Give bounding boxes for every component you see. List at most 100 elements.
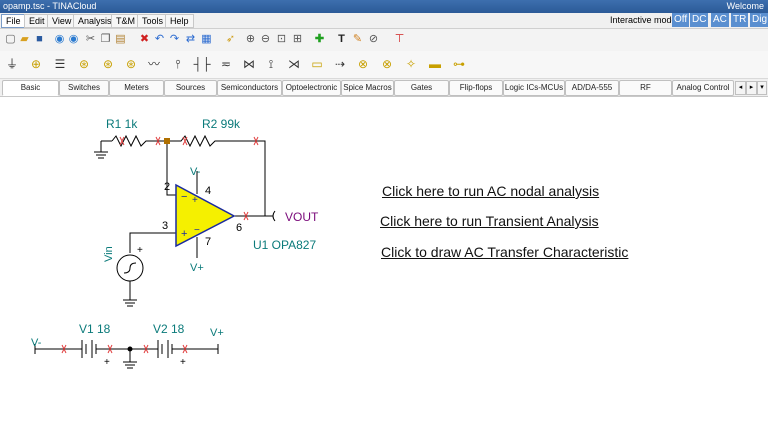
ac-source-icon[interactable]: ≂ <box>217 56 235 72</box>
menu-view[interactable]: View <box>47 14 77 28</box>
component-toolbar: ⏚ ⊕ ☰ ⊛ ⊛ ⊛ 〰 ⫯ ┤├ ≂ ⋈ ⟟ ⋊ ▭ ⇢ ⊗ ⊗ ✧ ▬ ⊶ <box>0 51 768 79</box>
tab-analog-control[interactable]: Analog Control <box>672 80 734 96</box>
tab-spice-macros[interactable]: Spice Macros <box>341 80 394 96</box>
source-icon[interactable]: ⊛ <box>122 56 140 72</box>
pin3-label: 3 <box>162 220 168 232</box>
ground-symbol-r1 <box>94 140 112 159</box>
delete-icon[interactable]: ✖ <box>138 33 151 46</box>
add-icon[interactable]: ✚ <box>313 33 326 46</box>
tab-logic-ics-mcus[interactable]: Logic ICs-MCUs <box>503 80 565 96</box>
tab-semiconductors[interactable]: Semiconductors <box>217 80 282 96</box>
crystal-icon[interactable]: ⊶ <box>450 56 468 72</box>
r2-label: R2 99k <box>202 117 241 131</box>
interactive-mode-label: Interactive mode: <box>610 15 680 25</box>
redo-icon[interactable]: ↷ <box>168 33 181 46</box>
mode-ac-button[interactable]: AC <box>711 13 729 27</box>
tab-scroll-right-icon[interactable]: ▸ <box>746 81 757 95</box>
opamp-plus-top: + <box>192 195 198 206</box>
copy-icon[interactable]: ❐ <box>99 33 112 46</box>
open-icon[interactable]: ▰ <box>18 33 31 46</box>
menu-tm[interactable]: T&M <box>111 14 140 28</box>
back-icon[interactable]: ◉ <box>53 33 66 46</box>
draw-icon[interactable]: ✎ <box>351 33 364 46</box>
switch-icon[interactable]: ⟟ <box>262 56 280 72</box>
menu-analysis[interactable]: Analysis <box>73 14 117 28</box>
tab-ad-da-555[interactable]: AD/DA-555 <box>565 80 619 96</box>
text-icon[interactable]: T <box>335 33 348 46</box>
opamp-minus: − <box>181 191 187 203</box>
v2-plus: + <box>180 357 186 368</box>
forward-icon[interactable]: ◉ <box>67 33 80 46</box>
transformer-icon[interactable]: ⋊ <box>285 56 303 72</box>
tab-basic[interactable]: Basic <box>2 80 59 96</box>
tab-flip-flops[interactable]: Flip-flops <box>449 80 503 96</box>
cap2-icon[interactable]: ┤├ <box>193 56 211 72</box>
zoom-in-icon[interactable]: ⊕ <box>244 33 257 46</box>
fuse-icon[interactable]: ⊗ <box>354 56 372 72</box>
bus-icon[interactable]: ▦ <box>200 33 213 46</box>
window-title: opamp.tsc - TINACloud <box>3 1 97 11</box>
mode-dc-button[interactable]: DC <box>690 13 709 27</box>
resistor-icon[interactable]: ☰ <box>51 56 69 72</box>
menu-bar: File Edit View Analysis T&M Tools Help I… <box>0 13 768 29</box>
wire-icon[interactable]: ⇄ <box>184 33 197 46</box>
tab-gates[interactable]: Gates <box>394 80 449 96</box>
menu-file[interactable]: File <box>1 14 26 28</box>
tab-sources[interactable]: Sources <box>164 80 217 96</box>
diode-icon[interactable]: ⋈ <box>240 56 258 72</box>
settings-icon[interactable]: ⊤ <box>393 33 406 46</box>
v1-label: V1 18 <box>79 322 111 336</box>
tab-menu-icon[interactable]: ▾ <box>757 81 767 95</box>
mode-off-button[interactable]: Off <box>672 13 690 27</box>
ac-transfer-link[interactable]: Click to draw AC Transfer Characteristic <box>381 244 628 260</box>
welcome-label: Welcome <box>726 1 764 11</box>
relay-icon[interactable]: ▬ <box>426 56 444 72</box>
v2-battery <box>157 340 173 358</box>
title-bar: opamp.tsc - TINACloud Welcome <box>0 0 768 13</box>
ground-icon[interactable]: ⏚ <box>3 56 21 72</box>
zigzag-icon[interactable]: 〰 <box>145 56 163 72</box>
cut-icon[interactable]: ✂ <box>84 33 97 46</box>
zoom-area-icon[interactable]: ⊞ <box>291 33 304 46</box>
lamp-icon[interactable]: ⇢ <box>331 56 349 72</box>
menu-tools[interactable]: Tools <box>137 14 169 28</box>
undo-icon[interactable]: ↶ <box>153 33 166 46</box>
probe-icon[interactable]: ⊘ <box>367 33 380 46</box>
mode-dig-button[interactable]: Dig <box>750 13 768 27</box>
transient-link[interactable]: Click here to run Transient Analysis <box>380 213 599 229</box>
tab-switches[interactable]: Switches <box>59 80 109 96</box>
opamp-label: U1 OPA827 <box>253 238 316 252</box>
pin2-label: 2 <box>164 181 170 193</box>
main-toolbar: ▢ ▰ ■ ◉ ◉ ✂ ❐ ▤ ✖ ↶ ↷ ⇄ ▦ ➶ ⊕ ⊖ ⊡ ⊞ ✚ T … <box>0 29 768 52</box>
vplus-right-label: V+ <box>210 327 224 339</box>
vin-label: Vin <box>103 246 115 262</box>
v1-plus: + <box>104 357 110 368</box>
vminus-left-label: V- <box>31 337 42 349</box>
pin7-label: 7 <box>205 236 211 248</box>
new-icon[interactable]: ▢ <box>4 33 17 46</box>
select-icon[interactable]: ➶ <box>224 33 237 46</box>
paste-icon[interactable]: ▤ <box>114 33 127 46</box>
save-icon[interactable]: ■ <box>33 33 46 46</box>
battery-icon[interactable]: ⊕ <box>27 56 45 72</box>
tab-meters[interactable]: Meters <box>109 80 164 96</box>
inductor-icon[interactable]: ⊛ <box>99 56 117 72</box>
noninverting-wire <box>129 232 176 237</box>
junction-node <box>164 138 170 144</box>
ac-nodal-link[interactable]: Click here to run AC nodal analysis <box>382 183 599 199</box>
mode-tr-button[interactable]: TR <box>731 13 749 27</box>
pot-icon[interactable]: ⫯ <box>169 56 187 72</box>
vout-terminal <box>272 210 276 222</box>
menu-edit[interactable]: Edit <box>24 14 50 28</box>
zoom-fit-icon[interactable]: ⊡ <box>275 33 288 46</box>
capacitor-icon[interactable]: ⊛ <box>75 56 93 72</box>
menu-help[interactable]: Help <box>165 14 194 28</box>
tab-scroll-left-icon[interactable]: ◂ <box>735 81 746 95</box>
schematic-canvas[interactable]: − + + − R1 1k R2 99k V- 2 4 3 6 7 VOUT U… <box>0 97 768 433</box>
tab-optoelectronic[interactable]: Optoelectronic <box>282 80 341 96</box>
tab-rf[interactable]: RF <box>619 80 672 96</box>
meter-icon[interactable]: ⊗ <box>378 56 396 72</box>
zoom-out-icon[interactable]: ⊖ <box>259 33 272 46</box>
transistor-icon[interactable]: ▭ <box>308 56 326 72</box>
led-icon[interactable]: ✧ <box>402 56 420 72</box>
